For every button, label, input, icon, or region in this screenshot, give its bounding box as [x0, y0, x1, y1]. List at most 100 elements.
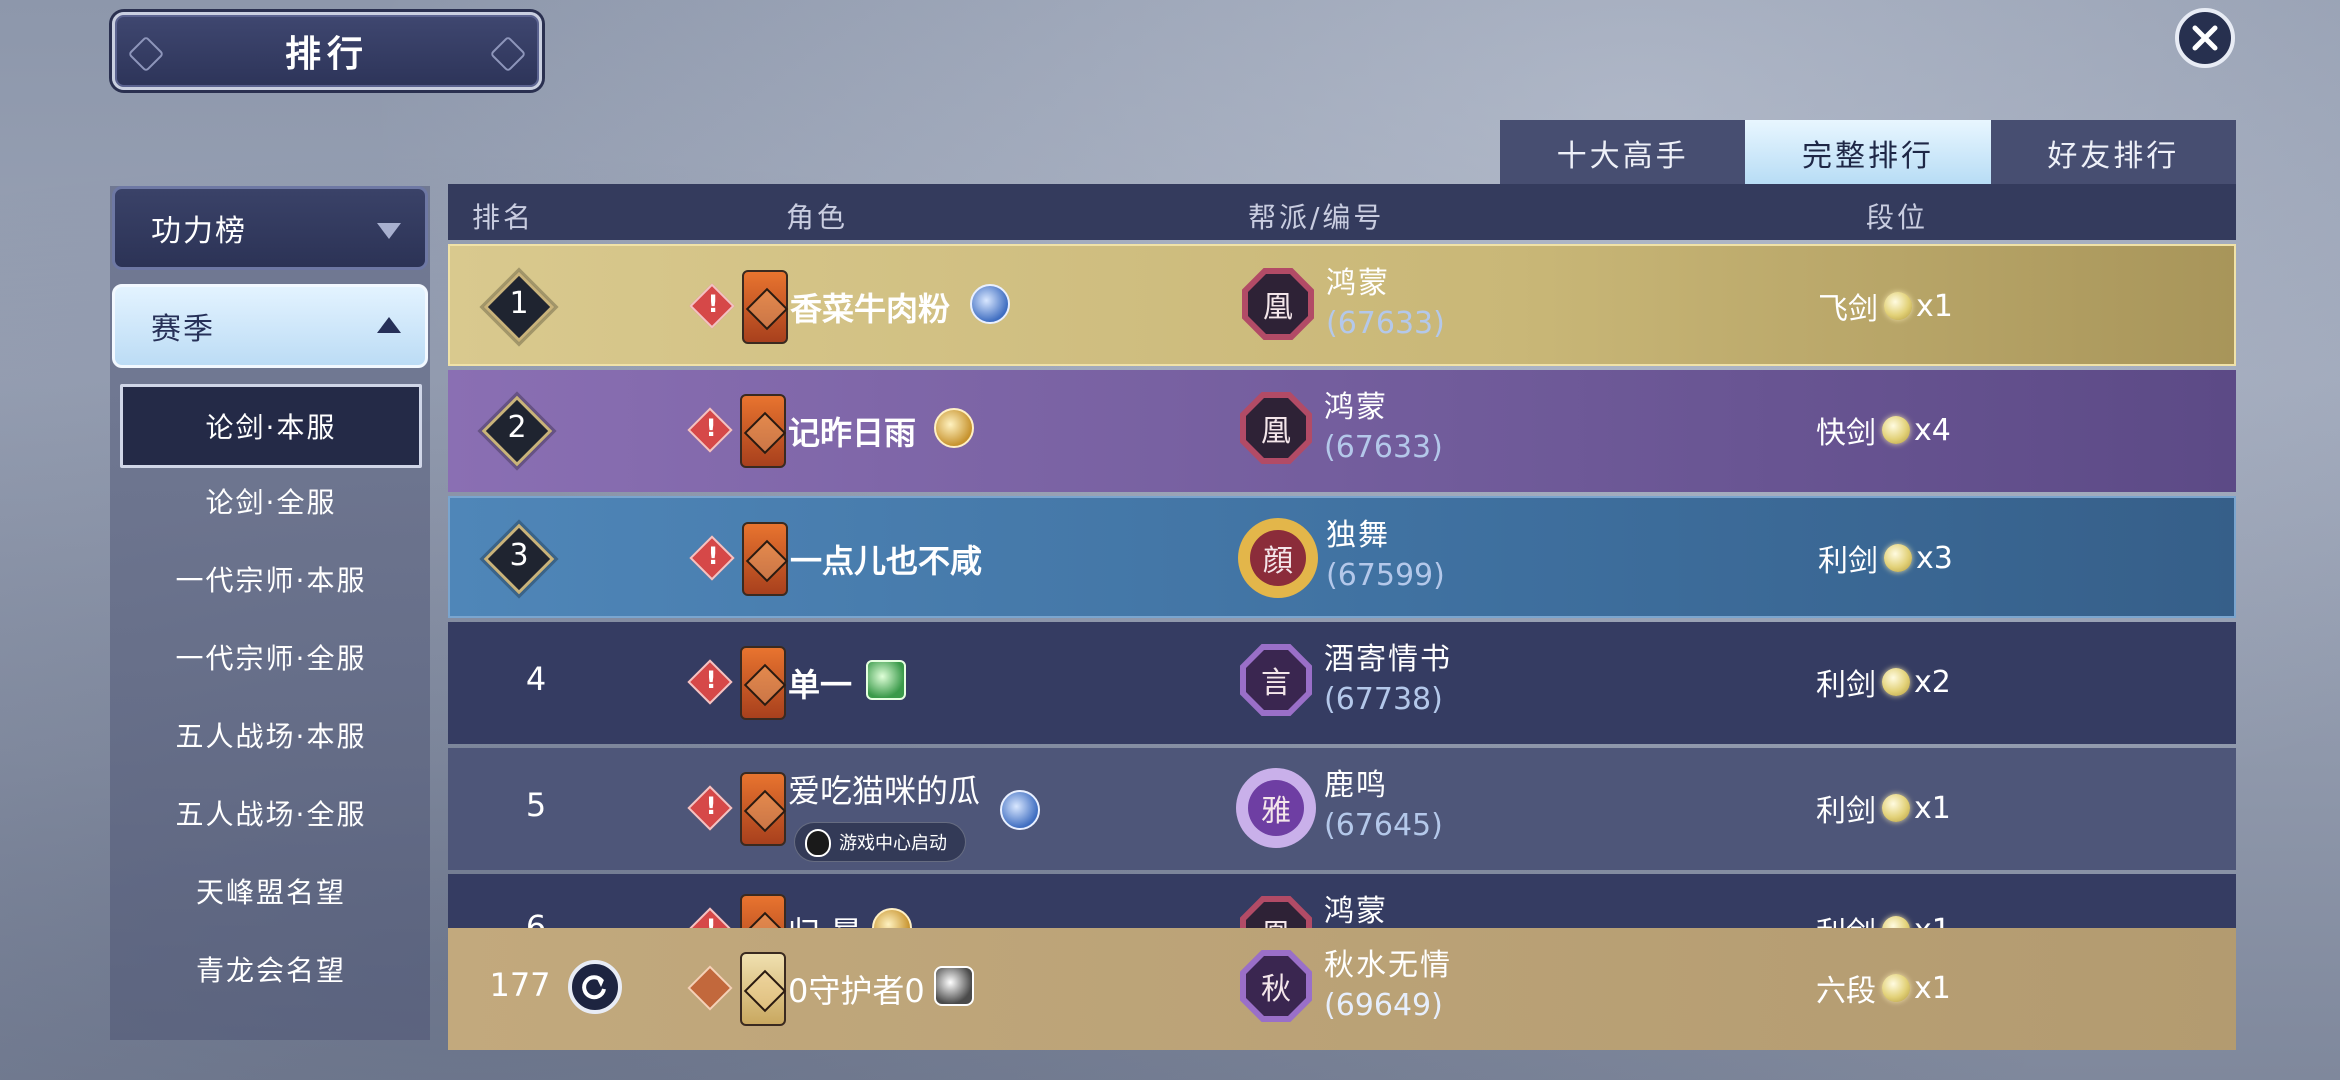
refresh-icon	[582, 975, 606, 1000]
sidebar-item-fiveman-local[interactable]: 五人战场·本服	[120, 696, 422, 774]
guild-emblem-icon: 雅	[1236, 768, 1316, 848]
tab-top-ten[interactable]: 十大高手	[1500, 120, 1746, 186]
header-rank: 排名	[472, 201, 535, 234]
table-row[interactable]: 4 单一 言 酒寄情书 (67738) 利剑 x2	[448, 622, 2236, 744]
rank-number: 5	[525, 786, 547, 824]
table-row[interactable]: 1 香菜牛肉粉 凰 鸿蒙 (67633) 飞剑 x1	[448, 244, 2236, 366]
tier: 利剑 x3	[1818, 536, 1953, 580]
sidebar: 功力榜 赛季 论剑·本服 论剑·全服 一代宗师·本服 一代宗师·全服 五人战场·…	[110, 186, 430, 1040]
character-name[interactable]: 单一	[788, 660, 852, 706]
sect-emblem-icon	[742, 270, 788, 344]
guild-id: (67633)	[1326, 306, 1445, 341]
tier-count: x2	[1914, 664, 1951, 700]
sidebar-item-master-local[interactable]: 一代宗师·本服	[120, 540, 422, 618]
guild-name: 秋水无情	[1324, 948, 1452, 983]
table-header: 排名 角色 帮派/编号 段位	[448, 184, 2236, 240]
sidebar-item-master-all[interactable]: 一代宗师·全服	[120, 618, 422, 696]
header-character: 角色	[786, 201, 849, 234]
sidebar-item-qinglong[interactable]: 青龙会名望	[120, 930, 422, 1008]
tier: 利剑 x1	[1816, 786, 1951, 830]
sidebar-item-tianfeng[interactable]: 天峰盟名望	[120, 852, 422, 930]
sect-emblem-icon	[740, 952, 786, 1026]
sidebar-item-lunjian-local[interactable]: 论剑·本服	[120, 384, 422, 468]
guild-emblem-icon: 顔	[1238, 518, 1318, 598]
title-badge-icon	[970, 284, 1010, 324]
guild-id: (67645)	[1324, 808, 1443, 843]
category-power-label: 功力榜	[151, 214, 247, 249]
guild-id: (69649)	[1324, 988, 1443, 1023]
ranking-tabs: 十大高手 完整排行 好友排行	[1500, 120, 2236, 186]
tier-name: 飞剑	[1818, 292, 1878, 327]
tab-friend-ranking[interactable]: 好友排行	[1990, 120, 2236, 186]
tier: 利剑 x2	[1816, 660, 1951, 704]
guild-name: 鸿蒙	[1324, 390, 1388, 425]
tier-name: 利剑	[1816, 668, 1876, 703]
warning-icon	[687, 407, 733, 453]
sect-emblem-icon	[740, 772, 786, 846]
tab-full-ranking[interactable]: 完整排行	[1745, 120, 1991, 186]
ranking-table: 排名 角色 帮派/编号 段位 1 香菜牛肉粉 凰 鸿蒙 (67633) 飞剑 x…	[448, 184, 2236, 936]
chevron-up-icon	[377, 317, 401, 333]
table-row[interactable]: 3 一点儿也不咸 顔 独舞 (67599) 利剑 x3	[448, 496, 2236, 618]
warning-icon	[689, 535, 735, 581]
character-name[interactable]: 记昨日雨	[788, 408, 916, 454]
character-name[interactable]: 0守护者0	[788, 966, 925, 1012]
sidebar-item-lunjian-all[interactable]: 论剑·全服	[120, 462, 422, 540]
ornament-icon	[489, 35, 527, 73]
title-badge-icon	[934, 408, 974, 448]
warning-icon	[689, 283, 735, 329]
sword-icon	[687, 965, 733, 1011]
guild-name: 酒寄情书	[1324, 642, 1452, 677]
guild-name: 鸿蒙	[1326, 266, 1390, 301]
guild-emblem-icon: 凰	[1240, 392, 1312, 464]
page-title-plate: 排行	[112, 12, 542, 90]
sidebar-item-fiveman-all[interactable]: 五人战场·全服	[120, 774, 422, 852]
sect-emblem-icon	[742, 522, 788, 596]
table-row[interactable]: 2 记昨日雨 凰 鸿蒙 (67633) 快剑 x4	[448, 370, 2236, 492]
guild-name: 鹿鸣	[1324, 768, 1388, 803]
guild-emblem-icon: 言	[1240, 644, 1312, 716]
title-badge-icon	[934, 966, 974, 1006]
sect-emblem-icon	[740, 646, 786, 720]
character-name[interactable]: 一点儿也不咸	[790, 536, 982, 582]
sect-emblem-icon	[740, 394, 786, 468]
title-badge-icon	[1000, 790, 1040, 830]
tier-count: x4	[1914, 412, 1951, 448]
rank-number: 4	[525, 660, 547, 698]
tier: 六段 x1	[1816, 966, 1951, 1010]
close-icon	[2192, 25, 2218, 51]
qq-game-center-badge[interactable]: 游戏中心启动	[794, 822, 966, 862]
coin-icon	[1882, 668, 1910, 696]
header-tier: 段位	[1866, 201, 1929, 234]
close-button[interactable]	[2175, 8, 2235, 68]
table-row[interactable]: 5 爱吃猫咪的瓜 游戏中心启动 雅 鹿鸣 (67645) 利剑 x1	[448, 748, 2236, 870]
guild-name: 鸿蒙	[1324, 894, 1388, 929]
guild-emblem-icon: 秋	[1240, 950, 1312, 1022]
tier-count: x1	[1914, 970, 1951, 1006]
coin-icon	[1884, 292, 1912, 320]
tier-name: 利剑	[1816, 794, 1876, 829]
guild-emblem-icon: 凰	[1242, 268, 1314, 340]
tier-count: x3	[1916, 540, 1953, 576]
self-rank-row[interactable]: 177 0守护者0 秋 秋水无情 (69649) 六段 x1	[448, 928, 2236, 1050]
character-name[interactable]: 香菜牛肉粉	[790, 284, 950, 330]
character-name[interactable]: 爱吃猫咪的瓜	[788, 766, 980, 812]
table-row[interactable]: 6 归 晷 凰 鸿蒙 利剑 x1	[448, 874, 2236, 936]
category-season-button[interactable]: 赛季	[112, 284, 428, 368]
qq-badge-label: 游戏中心启动	[839, 833, 947, 854]
ornament-icon	[127, 35, 165, 73]
tier: 飞剑 x1	[1818, 284, 1953, 328]
tier-count: x1	[1916, 288, 1953, 324]
season-sub-list: 论剑·本服 论剑·全服 一代宗师·本服 一代宗师·全服 五人战场·本服 五人战场…	[120, 384, 422, 1008]
guild-name: 独舞	[1326, 518, 1390, 553]
coin-icon	[1882, 416, 1910, 444]
page-title: 排行	[284, 34, 369, 75]
refresh-button[interactable]	[568, 960, 622, 1014]
tier-name: 快剑	[1816, 416, 1876, 451]
chevron-down-icon	[377, 223, 401, 239]
coin-icon	[1882, 974, 1910, 1002]
title-badge-icon	[866, 660, 906, 700]
rank-number: 3	[509, 538, 529, 573]
category-power-button[interactable]: 功力榜	[112, 186, 428, 270]
category-season-label: 赛季	[151, 312, 215, 347]
